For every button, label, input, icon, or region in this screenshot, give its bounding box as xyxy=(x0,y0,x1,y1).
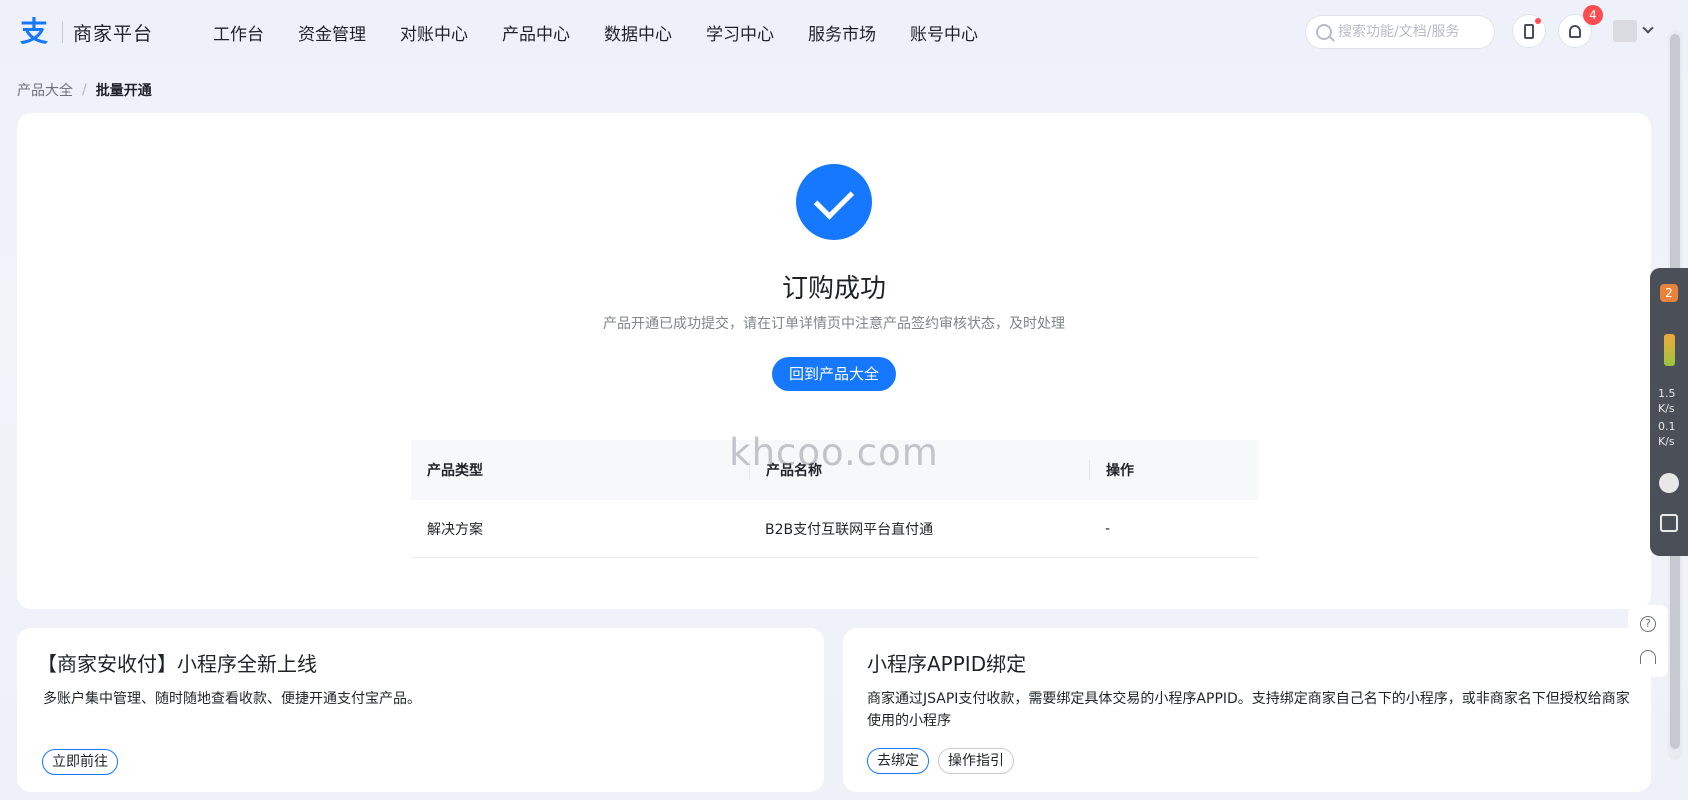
floating-tool-panel[interactable]: 2 1.5 K/s 0.1 K/s xyxy=(1650,268,1688,556)
notification-count-badge: 4 xyxy=(1583,5,1603,25)
mobile-app-button[interactable] xyxy=(1512,14,1546,48)
top-navigation-bar: 支 商家平台 工作台 资金管理 对账中心 产品中心 数据中心 学习中心 服务市场… xyxy=(0,0,1668,64)
phone-icon xyxy=(1524,23,1534,39)
download-speed-value: 0.1 xyxy=(1658,420,1676,433)
chevron-down-icon[interactable] xyxy=(1642,22,1654,34)
phone-alert-dot xyxy=(1535,18,1541,24)
watermark-text: khcoo.com xyxy=(729,431,939,474)
promo-card-description: 多账户集中管理、随时随地查看收款、便捷开通支付宝产品。 xyxy=(43,691,421,707)
nav-item-funds[interactable]: 资金管理 xyxy=(298,20,366,45)
nav-item-service-market[interactable]: 服务市场 xyxy=(808,20,876,45)
avatar[interactable] xyxy=(1613,20,1637,42)
cell-product-type: 解决方案 xyxy=(427,521,483,538)
help-widget: ? xyxy=(1628,605,1668,677)
table-row: 解决方案 B2B支付互联网平台直付通 - xyxy=(411,500,1259,558)
screenshot-icon[interactable] xyxy=(1660,514,1678,532)
logo-text: 商家平台 xyxy=(73,22,154,45)
nav-item-account[interactable]: 账号中心 xyxy=(910,20,978,45)
nav-item-products[interactable]: 产品中心 xyxy=(502,20,570,45)
upload-speed-value: 1.5 xyxy=(1658,387,1676,400)
nav-item-learning[interactable]: 学习中心 xyxy=(706,20,774,45)
cell-action: - xyxy=(1105,520,1111,537)
ball-icon[interactable] xyxy=(1659,473,1679,493)
success-check-icon xyxy=(796,164,872,240)
promo-card-appid-binding: 小程序APPID绑定 商家通过JSAPI支付收款，需要绑定具体交易的小程序APP… xyxy=(843,628,1651,792)
logo[interactable]: 支 商家平台 xyxy=(16,16,153,48)
search-box[interactable] xyxy=(1305,15,1495,49)
nav-item-reconciliation[interactable]: 对账中心 xyxy=(400,20,468,45)
guide-button[interactable]: 操作指引 xyxy=(938,748,1014,774)
breadcrumb-separator: / xyxy=(82,82,87,98)
breadcrumb-parent[interactable]: 产品大全 xyxy=(17,80,73,100)
upload-speed-unit: K/s xyxy=(1658,402,1675,415)
promo-card-mini-app: 【商家安收付】小程序全新上线 多账户集中管理、随时随地查看收款、便捷开通支付宝产… xyxy=(17,628,824,792)
promo-card-title: 小程序APPID绑定 xyxy=(867,652,1027,676)
battery-level-icon xyxy=(1664,334,1675,366)
promo-card-title: 【商家安收付】小程序全新上线 xyxy=(37,652,317,676)
result-title: 订购成功 xyxy=(781,274,886,304)
search-icon xyxy=(1316,24,1332,40)
bind-button[interactable]: 去绑定 xyxy=(867,748,929,774)
breadcrumb: 产品大全 / 批量开通 xyxy=(17,80,152,100)
promo-card-description: 商家通过JSAPI支付收款，需要绑定具体交易的小程序APPID。支持绑定商家自己… xyxy=(867,691,1630,729)
alipay-logo-icon: 支 xyxy=(19,15,48,48)
float-badge: 2 xyxy=(1660,284,1678,302)
nav-item-workbench[interactable]: 工作台 xyxy=(213,20,264,45)
back-to-products-button[interactable]: 回到产品大全 xyxy=(772,357,896,391)
nav-item-data[interactable]: 数据中心 xyxy=(604,20,672,45)
logo-divider xyxy=(62,21,63,43)
go-now-button[interactable]: 立即前往 xyxy=(42,749,118,775)
bell-icon xyxy=(1569,24,1581,38)
download-speed-unit: K/s xyxy=(1658,435,1675,448)
headset-icon[interactable] xyxy=(1640,650,1656,664)
result-description: 产品开通已成功提交，请在订单详情页中注意产品签约审核状态，及时处理 xyxy=(603,316,1065,332)
help-question-icon[interactable]: ? xyxy=(1640,616,1656,632)
search-input[interactable] xyxy=(1338,24,1488,40)
main-nav: 工作台 资金管理 对账中心 产品中心 数据中心 学习中心 服务市场 账号中心 xyxy=(213,0,1012,64)
breadcrumb-current: 批量开通 xyxy=(95,83,152,99)
cell-product-name: B2B支付互联网平台直付通 xyxy=(765,521,934,538)
